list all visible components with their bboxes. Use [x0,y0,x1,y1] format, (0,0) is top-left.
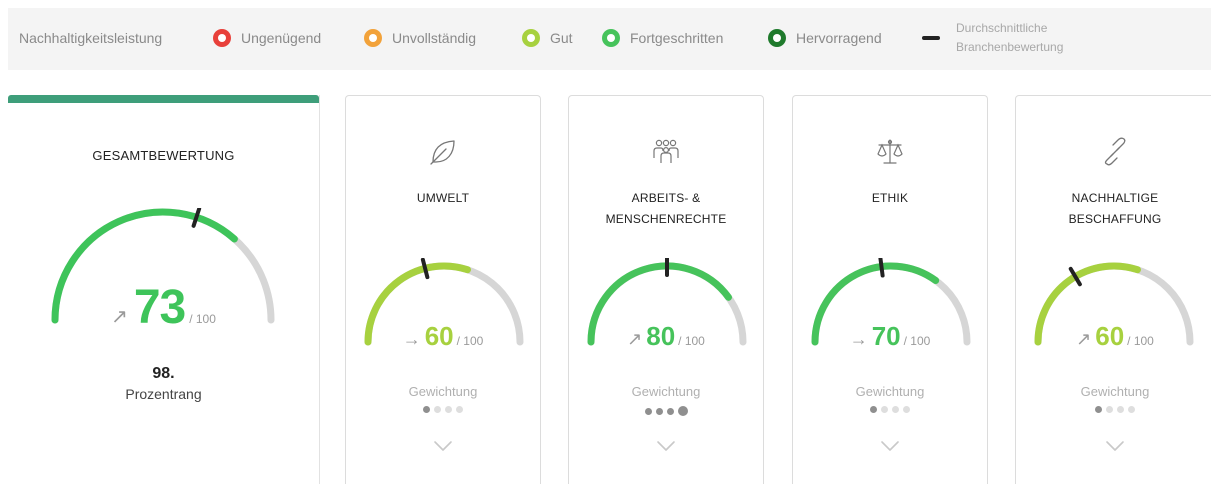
overall-score-max: / 100 [189,312,216,326]
category-title-line1: UMWELT [416,191,470,205]
overall-score-value: 73 [133,281,186,334]
category-score-value: 60 [1095,321,1125,351]
category-title-line2: BESCHAFFUNG [1068,212,1162,226]
category-title: ETHIK [793,188,987,209]
weight-label: Gewichtung [631,384,701,399]
category-score-value: 60 [424,321,454,351]
legend-label: Fortgeschritten [630,30,724,46]
category-card-arbeits-menschenrechte[interactable]: ARBEITS- & MENSCHENRECHTE ↗ 80 / 100 Gew… [568,95,764,484]
overall-score: ↗ 73 / 100 [8,280,319,335]
category-title: ARBEITS- & MENSCHENRECHTE [569,188,763,230]
percentile-rank-label: Prozentrang [125,386,202,402]
chevron-down-icon[interactable] [569,440,763,452]
legend-bar: Nachhaltigkeitsleistung Ungenügend Unvol… [8,8,1211,70]
weight-label: Gewichtung [1080,384,1150,399]
category-score-value: 80 [646,321,676,351]
legend-average-line2: Branchenbewertung [956,40,1064,54]
chevron-down-icon[interactable] [793,440,987,452]
legend-item-average [922,29,940,47]
legend-title: Nachhaltigkeitsleistung [19,30,163,46]
legend-label: Ungenügend [241,30,322,46]
chevron-down-icon[interactable] [1016,440,1211,452]
scales-icon [793,136,987,168]
chevron-down-icon[interactable] [346,440,540,452]
category-card-umwelt[interactable]: UMWELT → 60 / 100 Gewichtung [345,95,541,484]
trend-right-icon: → [849,329,868,349]
legend-item-fortgeschritten: Fortgeschritten [602,29,723,47]
category-title-line1: NACHHALTIGE [1071,191,1159,205]
category-score-value: 70 [871,321,901,351]
weight-dot [434,406,441,413]
legend-item-unvollstaendig: Unvollständig [364,29,476,47]
category-score: ↗ 80 / 100 [569,321,763,352]
weight-indicator [569,406,763,416]
category-score: ↗ 60 / 100 [1016,321,1211,352]
category-title: UMWELT [346,188,540,209]
category-card-nachhaltige-beschaffung[interactable]: NACHHALTIGE BESCHAFFUNG ↗ 60 / 100 Gewic… [1015,95,1211,484]
category-score-max: / 100 [678,334,705,348]
weight-dot [903,406,910,413]
average-marker-icon [922,36,940,40]
category-score-max: / 100 [456,334,484,348]
industry-average-marker [191,208,202,228]
weight-dot [892,406,899,413]
trend-up-icon: ↗ [627,329,643,349]
weight-dot [1117,406,1124,413]
category-score-max: / 100 [1127,334,1154,348]
category-score-max: / 100 [903,334,931,348]
weight-dot [677,406,688,416]
dark-green-dot-icon [768,29,786,47]
weight-dot [655,407,663,415]
yellow-green-dot-icon [522,29,540,47]
weight-indicator [793,406,987,413]
weight-dot [423,406,430,413]
trend-right-icon: → [402,329,421,349]
orange-dot-icon [364,29,382,47]
weight-dot [1106,406,1113,413]
legend-label: Hervorragend [796,30,882,46]
category-title-line2: MENSCHENRECHTE [605,212,727,226]
category-title-line1: ARBEITS- & [631,191,701,205]
category-score: → 70 / 100 [793,321,987,352]
green-dot-icon [602,29,620,47]
percentile-rank-value: 98. [152,365,175,382]
weight-dot [1128,406,1135,413]
weight-label: Gewichtung [855,384,925,399]
weight-dot [870,406,877,413]
legend-label: Unvollständig [392,30,477,46]
weight-dot [881,406,888,413]
overall-score-card: GESAMTBEWERTUNG ↗ 73 / 100 98. Prozentra… [8,95,320,484]
overall-accent-bar [8,95,319,103]
legend-label: Gut [550,30,573,46]
weight-indicator [1016,406,1211,413]
weight-dot [456,406,463,413]
category-title-line1: ETHIK [871,191,909,205]
weight-dot [644,407,652,415]
link-icon [1016,136,1211,168]
legend-average-line1: Durchschnittliche [956,21,1048,35]
industry-average-marker [878,258,885,278]
legend-item-ungenuegend: Ungenügend [213,29,321,47]
legend-item-hervorragend: Hervorragend [768,29,882,47]
legend-average-label: Durchschnittliche Branchenbewertung [956,19,1106,57]
weight-indicator [346,406,540,413]
category-title: NACHHALTIGE BESCHAFFUNG [1016,188,1211,230]
leaf-icon [346,136,540,168]
overall-title: GESAMTBEWERTUNG [92,148,235,163]
red-dot-icon [213,29,231,47]
weight-dot [666,407,674,415]
industry-average-marker [420,258,430,280]
category-score: → 60 / 100 [346,321,540,352]
trend-up-icon: ↗ [1076,329,1092,349]
category-card-ethik[interactable]: ETHIK → 70 / 100 Gewichtung [792,95,988,484]
legend-item-gut: Gut [522,29,573,47]
people-icon [569,136,763,168]
weight-dot [1095,406,1102,413]
trend-up-icon: ↗ [111,306,128,328]
weight-dot [445,406,452,413]
weight-label: Gewichtung [408,384,478,399]
